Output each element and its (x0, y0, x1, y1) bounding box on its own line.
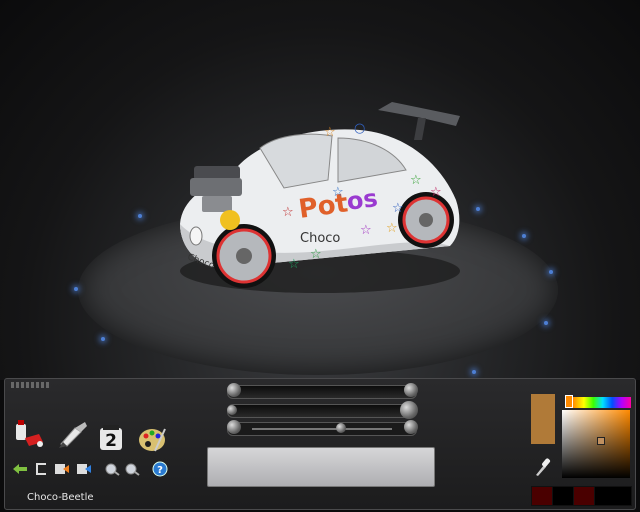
platform-light (101, 337, 105, 341)
recent-color-swatch[interactable] (573, 486, 595, 506)
svg-text:☆: ☆ (332, 185, 344, 200)
color-swap-icon (55, 464, 69, 474)
redo-button[interactable] (75, 461, 93, 477)
svg-text:☆: ☆ (430, 185, 442, 200)
brush-hand-icon (59, 422, 87, 448)
rotation-track (252, 428, 392, 430)
rotation-slider[interactable] (227, 420, 418, 436)
slider-knob[interactable] (404, 383, 418, 397)
zoom-out-button[interactable] (103, 461, 121, 477)
size-slider[interactable] (227, 383, 418, 399)
zoom-in-button[interactable] (123, 461, 141, 477)
platform-light (476, 207, 480, 211)
eyedropper-icon (536, 458, 551, 476)
color-swap-button[interactable] (53, 461, 71, 477)
svg-text:os: os (345, 184, 379, 216)
svg-text:?: ? (157, 465, 163, 476)
beetle-car-model[interactable]: Pot os Choco Choco ☆ ☆ ☆ ☆ ☆ ☆ ☆ ☆ ☆ ☆ ○ (160, 96, 470, 296)
help-icon: ? (152, 461, 168, 477)
garage-3d-viewport[interactable]: Pot os Choco Choco ☆ ☆ ☆ ☆ ☆ ☆ ☆ ☆ ☆ ☆ ○ (0, 0, 640, 380)
zoom-in-icon (125, 463, 140, 476)
car-decal-text: Choco (300, 231, 340, 246)
eyedropper-button[interactable] (533, 455, 551, 477)
car-name-label: Choco-Beetle (27, 492, 94, 503)
redo-arrow-icon (77, 464, 91, 474)
undo-button[interactable] (11, 461, 29, 477)
palette-icon (139, 428, 166, 452)
slider-knob[interactable] (400, 401, 418, 419)
svg-text:☆: ☆ (410, 173, 422, 188)
spray-paint-tool[interactable] (13, 418, 47, 450)
slider-start-knob[interactable] (227, 405, 237, 415)
svg-text:☆: ☆ (288, 257, 300, 272)
platform-light (74, 287, 78, 291)
platform-light (138, 214, 142, 218)
platform-light (472, 370, 476, 374)
color-picker-marker[interactable] (597, 437, 605, 445)
slider-start-knob[interactable] (227, 420, 241, 434)
svg-text:○: ○ (354, 121, 365, 136)
opacity-slider[interactable] (227, 401, 418, 419)
svg-text:2: 2 (105, 431, 117, 451)
paint-spray-icon (16, 420, 43, 447)
number-badge-icon: 2 (100, 425, 122, 451)
svg-text:☆: ☆ (282, 205, 294, 220)
number-tool[interactable]: 2 (99, 425, 125, 451)
current-color-swatch[interactable] (531, 394, 555, 444)
recent-color-swatch[interactable] (531, 486, 553, 506)
svg-text:☆: ☆ (392, 201, 404, 216)
svg-text:☆: ☆ (310, 247, 322, 262)
palette-tool[interactable] (137, 425, 167, 453)
help-button[interactable]: ? (151, 461, 169, 477)
svg-text:☆: ☆ (386, 221, 398, 236)
brush-tool[interactable] (57, 418, 91, 450)
slider-start-knob[interactable] (227, 383, 241, 397)
hue-marker[interactable] (565, 395, 573, 408)
slider-knob[interactable] (336, 423, 346, 433)
slider-end-knob[interactable] (404, 420, 418, 434)
platform-light (544, 321, 548, 325)
layer-down-button[interactable] (33, 461, 51, 477)
layer-down-icon (36, 463, 46, 475)
platform-light (549, 270, 553, 274)
recent-color-swatch[interactable] (594, 486, 632, 506)
svg-text:☆: ☆ (360, 223, 372, 238)
text-input-box[interactable] (207, 447, 435, 487)
undo-arrow-icon (13, 464, 27, 474)
platform-light (522, 234, 526, 238)
hue-bar[interactable] (565, 397, 631, 408)
panel-grip[interactable] (11, 382, 51, 388)
recent-color-swatch[interactable] (552, 486, 574, 506)
paint-tool-panel: 2 ? Choco-Beetle (4, 378, 636, 510)
svg-text:☆: ☆ (324, 125, 336, 140)
saturation-value-picker[interactable] (562, 410, 630, 478)
zoom-out-icon (105, 463, 120, 476)
